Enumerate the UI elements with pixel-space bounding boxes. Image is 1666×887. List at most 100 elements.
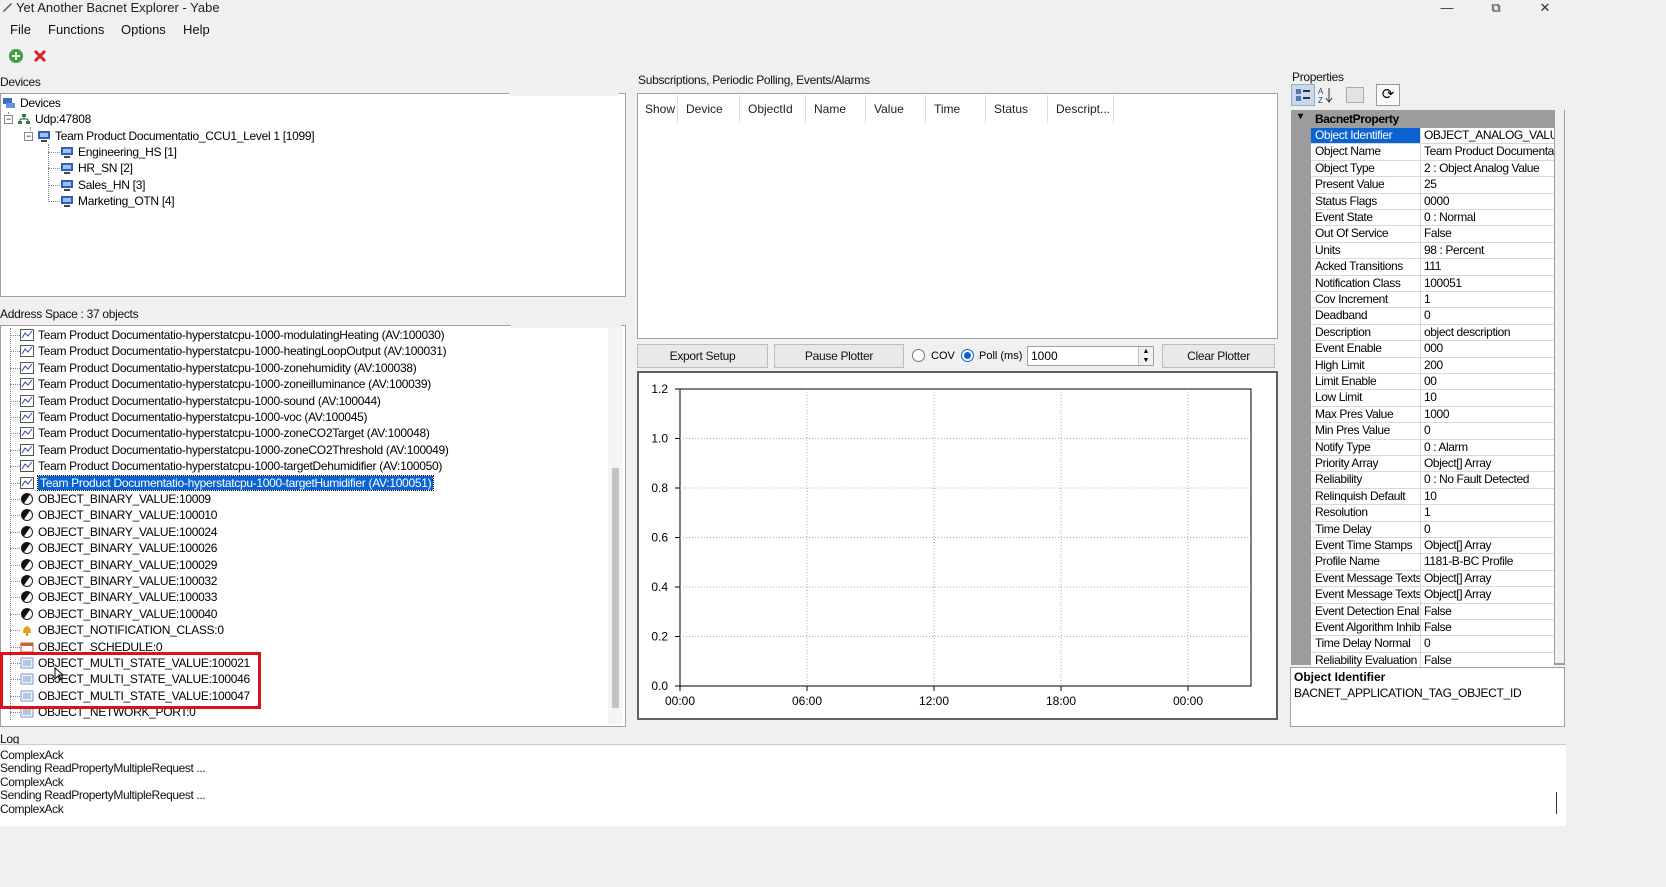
col-description[interactable]: Descript... (1048, 95, 1114, 123)
property-row[interactable]: Relinquish Default 10 (1311, 488, 1554, 506)
address-space-item[interactable]: OBJECT_BINARY_VALUE:100033 (20, 589, 217, 605)
tree-item-udp[interactable]: − Udp:47808 (4, 111, 91, 127)
address-space-item[interactable]: Team Product Documentatio-hyperstatcpu-1… (20, 360, 417, 376)
property-row[interactable]: Event Detection Enal False (1311, 603, 1554, 620)
poll-interval-input[interactable]: 1000 ▲ ▼ (1027, 346, 1154, 366)
clear-plotter-button[interactable]: Clear Plotter (1162, 344, 1275, 368)
close-button[interactable]: ✕ (1530, 0, 1560, 16)
minimize-button[interactable]: — (1432, 0, 1462, 16)
property-value[interactable]: 0 : Normal (1421, 210, 1554, 227)
property-row[interactable]: Event Algorithm Inhibi False (1311, 620, 1554, 637)
address-space-scrollbar[interactable] (608, 328, 623, 724)
scrollbar-thumb[interactable] (612, 468, 619, 708)
maximize-button[interactable]: ⧉ (1481, 0, 1511, 16)
address-space-item[interactable]: OBJECT_BINARY_VALUE:100040 (20, 606, 217, 622)
address-space-item[interactable]: Team Product Documentatio-hyperstatcpu-1… (20, 425, 430, 441)
property-value[interactable]: 25 (1421, 177, 1554, 194)
property-value[interactable]: OBJECT_ANALOG_VALU (1421, 128, 1554, 145)
property-row[interactable]: Time Delay Normal 0 (1311, 636, 1554, 653)
menu-file[interactable]: File (10, 22, 31, 37)
col-show[interactable]: Show (638, 95, 678, 123)
property-row[interactable]: Event Time Stamps Object[] Array (1311, 538, 1554, 555)
address-space-item[interactable]: OBJECT_BINARY_VALUE:100029 (20, 557, 217, 573)
address-space-item[interactable]: OBJECT_BINARY_VALUE:100026 (20, 540, 217, 556)
property-value[interactable]: 1 (1421, 505, 1554, 522)
property-value[interactable]: 000 (1421, 341, 1554, 358)
tree-item-device[interactable]: Engineering_HS [1] (60, 144, 177, 160)
log-scrollbar[interactable] (1556, 792, 1562, 814)
property-row[interactable]: Limit Enable 00 (1311, 374, 1554, 391)
col-objectid[interactable]: ObjectId (740, 95, 806, 123)
col-device[interactable]: Device (678, 95, 740, 123)
property-value[interactable]: 1000 (1421, 406, 1554, 424)
tree-item-device[interactable]: Sales_HN [3] (60, 177, 145, 193)
address-space-item[interactable]: Team Product Documentatio-hyperstatcpu-1… (20, 327, 445, 343)
property-value[interactable]: 0 (1421, 423, 1554, 440)
property-row[interactable]: Min Pres Value 0 (1311, 423, 1554, 440)
collapse-toggle[interactable]: − (24, 131, 33, 141)
add-icon[interactable] (8, 48, 24, 64)
property-value[interactable]: Object[] Array (1421, 538, 1554, 555)
property-row[interactable]: Event Enable 000 (1311, 341, 1554, 358)
property-value[interactable]: 2 : Object Analog Value (1421, 160, 1554, 178)
property-row[interactable]: Max Pres Value 1000 (1311, 406, 1554, 424)
property-row[interactable]: Deadband 0 (1311, 308, 1554, 325)
property-value[interactable]: 0 (1421, 521, 1554, 538)
property-value[interactable]: Object[] Array (1421, 456, 1554, 473)
address-space-item[interactable]: OBJECT_NOTIFICATION_CLASS:0 (20, 622, 224, 638)
property-value[interactable]: 10 (1421, 390, 1554, 407)
property-row[interactable]: Notification Class 100051 (1311, 275, 1554, 292)
collapse-icon[interactable]: ▾ (1298, 111, 1303, 122)
property-row[interactable]: Present Value 25 (1311, 177, 1554, 194)
property-row[interactable]: Reliability 0 : No Fault Detected (1311, 472, 1554, 489)
property-value[interactable]: False (1421, 603, 1554, 620)
property-value[interactable]: 10 (1421, 488, 1554, 506)
property-pages-button[interactable] (1346, 87, 1364, 103)
address-space-item[interactable]: Team Product Documentatio-hyperstatcpu-1… (20, 393, 381, 409)
address-space-item[interactable]: OBJECT_BINARY_VALUE:100010 (20, 507, 217, 523)
tree-item-ccu[interactable]: − Team Product Documentatio_CCU1_Level 1… (24, 128, 315, 144)
col-name[interactable]: Name (806, 95, 866, 123)
property-value[interactable]: 200 (1421, 357, 1554, 374)
tree-item-devices[interactable]: Devices (2, 95, 61, 111)
remove-icon[interactable] (32, 48, 48, 64)
address-space-item[interactable]: Team Product Documentatio-hyperstatcpu-1… (20, 376, 431, 392)
property-value[interactable]: 100051 (1421, 275, 1554, 292)
pause-plotter-button[interactable]: Pause Plotter (774, 344, 904, 368)
tree-item-device[interactable]: Marketing_OTN [4] (60, 193, 175, 209)
property-value[interactable]: 00 (1421, 374, 1554, 391)
address-space-item[interactable]: OBJECT_BINARY_VALUE:100024 (20, 524, 217, 540)
property-category[interactable]: ▾ BacnetProperty (1291, 110, 1556, 127)
property-row[interactable]: Description object description (1311, 324, 1554, 342)
property-row[interactable]: Object Name Team Product Documenta (1311, 144, 1554, 161)
property-row[interactable]: Time Delay 0 (1311, 521, 1554, 538)
property-value[interactable]: False (1421, 620, 1554, 637)
property-row[interactable]: Status Flags 0000 (1311, 193, 1554, 210)
property-row[interactable]: Profile Name 1181-B-BC Profile (1311, 554, 1554, 571)
property-value[interactable]: Object[] Array (1421, 587, 1554, 604)
property-value[interactable]: 0 (1421, 636, 1554, 653)
property-row[interactable]: Notify Type 0 : Alarm (1311, 439, 1554, 456)
property-value[interactable]: 0000 (1421, 193, 1554, 210)
property-row[interactable]: Out Of Service False (1311, 226, 1554, 243)
property-value[interactable]: 1181-B-BC Profile (1421, 554, 1554, 571)
property-value[interactable]: 0 (1421, 308, 1554, 325)
address-space-item[interactable]: Team Product Documentatio-hyperstatcpu-1… (20, 458, 442, 474)
property-row[interactable]: Event Message Texts Object[] Array (1311, 570, 1554, 588)
poll-spinner[interactable]: ▲ ▼ (1138, 347, 1153, 365)
property-row[interactable]: Priority Array Object[] Array (1311, 456, 1554, 473)
property-row[interactable]: Event Message Texts Object[] Array (1311, 587, 1554, 604)
address-space-item[interactable]: Team Product Documentatio-hyperstatcpu-1… (20, 409, 367, 425)
col-time[interactable]: Time (926, 95, 986, 123)
col-status[interactable]: Status (986, 95, 1048, 123)
property-value[interactable]: 0 : Alarm (1421, 439, 1554, 456)
property-row[interactable]: High Limit 200 (1311, 357, 1554, 374)
property-value[interactable]: 0 : No Fault Detected (1421, 472, 1554, 489)
sort-alpha-button[interactable]: AZ (1317, 86, 1335, 105)
property-row[interactable]: Low Limit 10 (1311, 390, 1554, 407)
property-value[interactable]: 111 (1421, 259, 1554, 276)
address-space-item[interactable]: Team Product Documentatio-hyperstatcpu-1… (20, 343, 447, 359)
property-row[interactable]: Cov Increment 1 (1311, 292, 1554, 309)
property-scrollbar[interactable] (1555, 110, 1564, 663)
menu-options[interactable]: Options (121, 22, 166, 37)
